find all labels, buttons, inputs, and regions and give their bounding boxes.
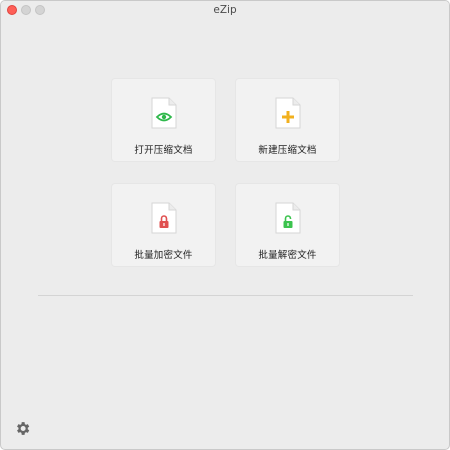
- gear-icon[interactable]: [14, 420, 31, 437]
- open-archive-label: 打开压缩文档: [134, 145, 193, 156]
- new-archive-label: 新建压缩文档: [258, 145, 317, 156]
- window-title: eZip: [213, 4, 237, 16]
- document-icon: [151, 202, 177, 234]
- new-archive-button[interactable]: 新建压缩文档: [236, 79, 339, 161]
- open-archive-button[interactable]: 打开压缩文档: [112, 79, 215, 161]
- document-icon: [275, 202, 301, 234]
- title-bar: eZip: [1, 1, 449, 20]
- batch-encrypt-label: 批量加密文件: [134, 250, 193, 261]
- app-window: eZip 打开压缩文档 新建压缩文档 批量加密文件 批量解密文件: [0, 0, 450, 450]
- document-icon: [275, 97, 301, 129]
- document-icon: [151, 97, 177, 129]
- divider: [38, 295, 413, 296]
- batch-decrypt-label: 批量解密文件: [258, 250, 317, 261]
- batch-encrypt-button[interactable]: 批量加密文件: [112, 184, 215, 266]
- batch-decrypt-button[interactable]: 批量解密文件: [236, 184, 339, 266]
